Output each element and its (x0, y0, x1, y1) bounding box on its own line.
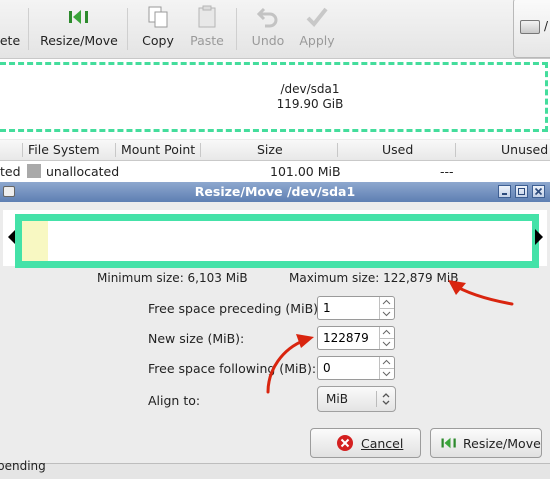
align-to-value: MiB (326, 392, 348, 406)
copy-icon (146, 5, 170, 29)
column-separator (200, 143, 201, 157)
decrement-button[interactable] (379, 338, 394, 349)
plus-icon (382, 329, 391, 335)
minimum-size-text: Minimum size: 6,103 MiB (97, 271, 248, 285)
plus-icon (382, 359, 391, 365)
toolbar-separator (236, 8, 237, 50)
device-selector-text: / (544, 19, 549, 33)
annotation-arrowhead-new-size (296, 334, 314, 348)
align-to-select[interactable]: MiB (317, 386, 396, 412)
apply-label: Apply (299, 33, 335, 48)
used-space-block (22, 221, 48, 261)
paste-label: Paste (190, 33, 224, 48)
copy-button[interactable]: Copy (138, 0, 178, 56)
resize-graph[interactable] (3, 210, 547, 268)
free-preceding-spinbox[interactable] (317, 296, 395, 320)
device-selector[interactable]: / (513, 0, 550, 58)
filesystem-color-swatch (27, 164, 41, 178)
resize-move-icon (67, 5, 91, 29)
status-bar: pending (0, 459, 550, 479)
resize-move-label: Resize/Move (40, 33, 118, 48)
apply-button[interactable]: Apply (297, 0, 337, 56)
filesystem-cell: unallocated (46, 164, 120, 179)
copy-label: Copy (142, 33, 174, 48)
new-size-input[interactable] (320, 329, 379, 347)
maximize-button[interactable] (515, 185, 528, 198)
used-cell: --- (440, 164, 454, 179)
dialog-titlebar[interactable]: Resize/Move /dev/sda1 (0, 182, 550, 202)
toolbar-separator (28, 8, 29, 50)
free-preceding-label: Free space preceding (MiB): (148, 301, 323, 316)
decrement-button[interactable] (379, 308, 394, 319)
column-separator (337, 143, 338, 157)
toolbar-separator (127, 8, 128, 50)
partition-list-header: File System Mount Point Size Used Unused (0, 140, 550, 161)
column-used[interactable]: Used (382, 140, 413, 160)
column-mount-point[interactable]: Mount Point (121, 140, 195, 160)
column-separator (115, 143, 116, 157)
resize-handle-right-icon[interactable] (535, 229, 543, 245)
free-following-input[interactable] (320, 359, 379, 377)
table-row[interactable]: ted unallocated 101.00 MiB --- (0, 161, 550, 182)
close-icon (534, 187, 543, 196)
maximize-icon (518, 188, 525, 195)
column-separator (22, 143, 23, 157)
column-file-system[interactable]: File System (28, 140, 100, 160)
align-to-label: Align to: (148, 393, 201, 408)
combo-divider (376, 391, 377, 407)
partition-graph[interactable]: /dev/sda1 119.90 GiB (0, 59, 550, 139)
new-size-label: New size (MiB): (148, 331, 245, 346)
minimize-icon (502, 193, 507, 195)
apply-icon (305, 5, 329, 29)
undo-button[interactable]: Undo (248, 0, 288, 56)
paste-icon (195, 5, 219, 29)
free-following-label: Free space following (MiB): (148, 361, 317, 376)
resize-move-dialog: Resize/Move /dev/sda1 Minimum size: 6,10… (0, 182, 550, 463)
paste-button[interactable]: Paste (187, 0, 227, 56)
partition-size: 119.90 GiB (276, 97, 344, 111)
maximum-size-text: Maximum size: 122,879 MiB (289, 271, 459, 285)
column-size[interactable]: Size (257, 140, 283, 160)
plus-icon (382, 299, 391, 305)
toolbar: ete Resize/Move Copy Paste Undo Apply / (0, 0, 550, 59)
partition-path: /dev/sda1 (280, 82, 340, 96)
updown-arrow-icon (382, 393, 390, 405)
decrement-button[interactable] (379, 368, 394, 379)
minus-icon (382, 371, 391, 377)
size-cell: 101.00 MiB (270, 164, 341, 179)
new-size-spinbox[interactable] (317, 326, 395, 350)
dialog-title: Resize/Move /dev/sda1 (194, 184, 356, 199)
cancel-label: Cancel (361, 435, 404, 451)
undo-label: Undo (251, 33, 285, 48)
status-text: pending (0, 459, 46, 473)
delete-label: ete (0, 33, 21, 48)
minus-icon (382, 311, 391, 317)
free-preceding-input[interactable] (320, 299, 379, 317)
free-following-spinbox[interactable] (317, 356, 395, 380)
column-unused[interactable]: Unused (501, 140, 548, 160)
resize-move-button-label: Resize/Move (463, 435, 541, 451)
partition-cell: ted (0, 164, 21, 179)
resize-move-icon (441, 437, 456, 449)
annotation-arrow-max-size (450, 282, 514, 306)
minus-icon (382, 341, 391, 347)
minimize-button[interactable] (498, 185, 511, 198)
column-separator (455, 143, 456, 157)
undo-icon (256, 5, 280, 29)
partition-frame[interactable] (15, 214, 539, 268)
resize-move-toolbar-button[interactable]: Resize/Move (38, 0, 120, 56)
close-button[interactable] (532, 185, 545, 198)
delete-button[interactable]: ete (0, 0, 20, 56)
cancel-button[interactable]: Cancel (310, 428, 421, 458)
cancel-icon (337, 435, 353, 451)
partition-graph-label: /dev/sda1 119.90 GiB (240, 82, 380, 112)
resize-move-button[interactable]: Resize/Move (430, 428, 542, 458)
harddisk-icon (520, 20, 540, 34)
